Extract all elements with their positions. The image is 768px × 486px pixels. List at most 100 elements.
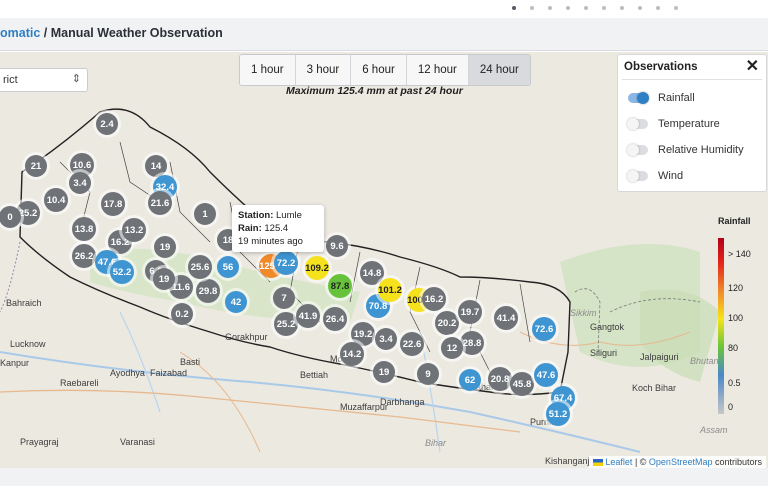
rainfall-station-marker[interactable]: 9 [417,363,439,385]
rainfall-station-marker[interactable]: 0.2 [171,303,193,325]
rainfall-station-marker[interactable]: 22.6 [400,332,424,356]
leaflet-link[interactable]: Leaflet [605,457,632,467]
place-label: Jalpaiguri [640,352,679,362]
breadcrumb-current: / Manual Weather Observation [40,26,223,40]
pager-dot[interactable] [620,6,624,10]
time-button[interactable]: 6 hour [351,55,407,85]
pager-dot[interactable] [512,6,516,10]
close-icon[interactable]: ✕ [746,56,759,76]
time-button[interactable]: 1 hour [240,55,296,85]
breadcrumb-link[interactable]: omatic [0,26,40,40]
rainfall-station-marker[interactable]: 13.2 [122,218,146,242]
toggle-switch[interactable] [627,118,648,130]
rainfall-station-marker[interactable]: 0 [0,206,21,228]
rainfall-station-marker[interactable]: 19.7 [458,300,482,324]
rainfall-station-marker[interactable]: 47.6 [534,363,558,387]
observation-label: Rainfall [658,92,695,104]
pager-dot[interactable] [602,6,606,10]
time-button[interactable]: 24 hour [468,55,530,85]
rainfall-station-marker[interactable]: 28.8 [460,331,484,355]
rainfall-station-marker[interactable]: 41.9 [296,304,320,328]
rainfall-station-marker[interactable]: 87.8 [328,274,352,298]
rainfall-station-marker[interactable]: 10.4 [44,188,68,212]
tooltip-rain-value: 125.4 [264,223,289,234]
divider [622,79,762,80]
legend-label: 0.5 [728,378,741,388]
observation-toggle-row[interactable]: Wind [627,167,683,185]
observation-toggle-row[interactable]: Relative Humidity [627,141,744,159]
place-label: Gorakhpur [225,332,268,342]
rainfall-station-marker[interactable]: 19 [153,268,175,290]
toggle-switch[interactable] [627,144,648,156]
rainfall-station-marker[interactable]: 2.4 [96,113,118,135]
rainfall-station-marker[interactable]: 26.4 [323,307,347,331]
rainfall-station-marker[interactable]: 62 [459,369,481,391]
chevron-updown-icon: ⇕ [71,73,81,85]
rainfall-station-marker[interactable]: 16.2 [422,287,446,311]
rainfall-station-marker[interactable]: 20.2 [435,311,459,335]
pager-dot[interactable] [674,6,678,10]
pager-dot[interactable] [656,6,660,10]
rainfall-station-marker[interactable]: 101.2 [378,278,402,302]
rainfall-station-marker[interactable]: 109.2 [305,256,329,280]
rainfall-station-marker[interactable]: 13.8 [72,217,96,241]
rainfall-station-marker[interactable]: 21 [25,155,47,177]
pager-dot[interactable] [566,6,570,10]
rainfall-station-marker[interactable]: 19 [373,361,395,383]
attribution-rest: contributors [712,457,762,467]
rainfall-station-marker[interactable]: 42 [225,291,247,313]
toggle-switch[interactable] [627,170,648,182]
tooltip-station-value: Lumle [276,210,302,221]
rainfall-station-marker[interactable]: 25.2 [274,312,298,336]
pager-dot[interactable] [548,6,552,10]
tooltip-rain-label: Rain: [238,223,262,234]
rainfall-station-marker[interactable]: 19 [154,236,176,258]
legend-title: Rainfall [718,216,751,226]
rainfall-station-marker[interactable]: 41.4 [494,306,518,330]
rainfall-station-marker[interactable]: 72.2 [274,251,298,275]
rainfall-station-marker[interactable]: 12 [441,337,463,359]
observation-toggle-row[interactable]: Temperature [627,115,720,133]
pager-dots[interactable] [512,6,678,10]
rainfall-station-marker[interactable]: 51.2 [546,402,570,426]
pager-dot[interactable] [530,6,534,10]
place-label: Raebareli [60,378,99,388]
top-bar [0,0,768,18]
rainfall-station-marker[interactable]: 7 [273,287,295,309]
bottom-strip [0,468,768,486]
district-select[interactable]: rict ⇕ [0,68,88,92]
rainfall-station-marker[interactable]: 56 [217,256,239,278]
legend-label: > 140 [728,249,751,259]
title-bar: omatic / Manual Weather Observation [0,18,768,51]
observation-toggle-row[interactable]: Rainfall [628,89,695,107]
rainfall-station-marker[interactable]: 21.6 [148,191,172,215]
place-label: Basti [180,357,201,367]
rainfall-map[interactable]: Bahraich Lucknow Kanpur Raebareli Ayodhya Fai… [0,52,768,468]
rainfall-station-marker[interactable]: 26.2 [72,244,96,268]
rainfall-station-marker[interactable]: 9.6 [326,235,348,257]
time-button[interactable]: 12 hour [406,55,469,85]
rainfall-station-marker[interactable]: 25.6 [188,255,212,279]
rainfall-station-marker[interactable]: 72.6 [532,317,556,341]
rainfall-legend: Rainfall > 140 120 100 80 0.5 0 [714,212,766,422]
rainfall-station-marker[interactable]: 45.8 [510,372,534,396]
rainfall-station-marker[interactable]: 52.2 [110,260,134,284]
place-label: Sikkim [570,308,597,318]
rainfall-station-marker[interactable]: 29.8 [196,279,220,303]
legend-label: 120 [728,283,744,293]
legend-color-bar [718,238,724,414]
rainfall-station-marker[interactable]: 20.8 [488,367,512,391]
map-attribution: Leaflet | © OpenStreetMap contributors [589,456,766,468]
toggle-switch[interactable] [628,92,649,104]
place-label: Faizabad [150,368,188,378]
osm-link[interactable]: OpenStreetMap [649,457,713,467]
rainfall-station-marker[interactable]: 1 [194,203,216,225]
rainfall-station-marker[interactable]: 14.2 [340,342,364,366]
rainfall-station-marker[interactable]: 17.8 [101,192,125,216]
rainfall-station-marker[interactable]: 14 [145,155,167,177]
rainfall-station-marker[interactable]: 3.4 [69,172,91,194]
pager-dot[interactable] [584,6,588,10]
time-button[interactable]: 3 hour [295,55,352,85]
rainfall-station-marker[interactable]: 3.4 [375,328,397,350]
pager-dot[interactable] [638,6,642,10]
